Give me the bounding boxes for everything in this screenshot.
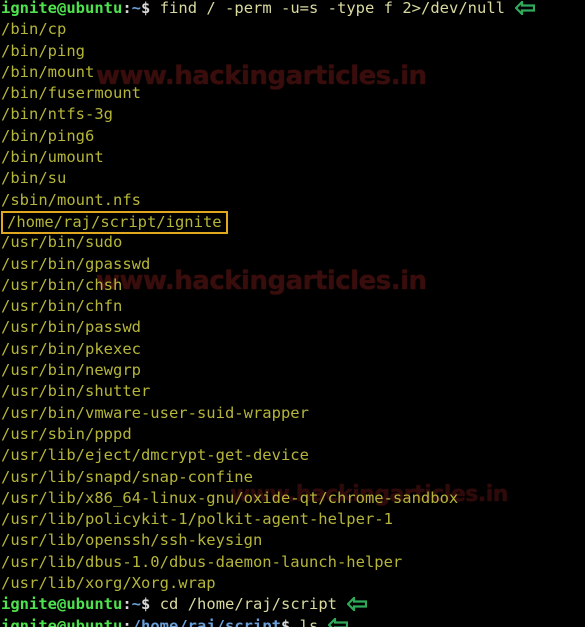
- suid-path: /usr/lib/dbus-1.0/dbus-daemon-launch-hel…: [1, 552, 403, 571]
- prompt-path: ~: [131, 0, 142, 17]
- suid-path: /usr/bin/shutter: [1, 382, 151, 401]
- output-line: /bin/ntfs-3g: [1, 104, 585, 125]
- output-line: /usr/lib/openssh/ssh-keysign: [1, 530, 585, 551]
- suid-path: /bin/ntfs-3g: [1, 105, 113, 124]
- prompt-dollar: $: [280, 616, 291, 627]
- prompt-path: /home/raj/script: [131, 616, 281, 627]
- suid-path: /bin/fusermount: [1, 84, 141, 103]
- prompt-colon: :: [122, 0, 132, 17]
- output-line: /usr/bin/passwd: [1, 317, 585, 338]
- output-line: /bin/fusermount: [1, 83, 585, 104]
- command-ls: ls: [299, 616, 319, 627]
- suid-path: /usr/bin/sudo: [1, 233, 123, 252]
- prompt-colon: :: [122, 616, 132, 627]
- command-line-ls[interactable]: ignite@ubuntu:/home/raj/script$ ls: [1, 616, 585, 627]
- command-find: find / -perm -u=s -type f 2>/dev/null: [159, 0, 505, 17]
- terminal-window[interactable]: www.hackingarticles.in www.hackingarticl…: [0, 0, 585, 627]
- output-line: /usr/bin/chsh: [1, 275, 585, 296]
- left-arrow-icon: [328, 618, 349, 627]
- suid-path: /usr/lib/snapd/snap-confine: [1, 467, 253, 486]
- suid-path: /usr/lib/eject/dmcrypt-get-device: [1, 446, 309, 465]
- output-line: /sbin/mount.nfs: [1, 190, 585, 211]
- output-line: /usr/lib/eject/dmcrypt-get-device: [1, 445, 585, 466]
- output-line: /bin/ping: [1, 41, 585, 62]
- output-line: /usr/bin/shutter: [1, 381, 585, 402]
- output-line: /bin/cp: [1, 19, 585, 40]
- suid-path: /usr/lib/openssh/ssh-keysign: [1, 531, 263, 550]
- left-arrow-icon: [347, 596, 368, 611]
- suid-path: /usr/bin/vmware-user-suid-wrapper: [1, 403, 309, 422]
- suid-path: /usr/bin/pkexec: [1, 339, 141, 358]
- suid-path: /usr/bin/chfn: [1, 297, 123, 316]
- output-line: /usr/bin/vmware-user-suid-wrapper: [1, 403, 585, 424]
- suid-path: /usr/bin/chsh: [1, 275, 123, 294]
- highlighted-output-line: /home/raj/script/ignite: [1, 210, 585, 234]
- output-line: /bin/umount: [1, 147, 585, 168]
- command-line-find[interactable]: ignite@ubuntu:~$ find / -perm -u=s -type…: [1, 0, 585, 19]
- suid-path: /usr/lib/xorg/Xorg.wrap: [1, 574, 216, 593]
- suid-path: /usr/bin/passwd: [1, 318, 141, 337]
- output-line: /usr/lib/dbus-1.0/dbus-daemon-launch-hel…: [1, 552, 585, 573]
- suid-path: /usr/bin/gpasswd: [1, 254, 151, 273]
- prompt-user-host: ignite@ubuntu: [1, 595, 123, 614]
- suid-path: /bin/su: [1, 169, 67, 188]
- prompt-dollar: $: [141, 0, 151, 17]
- output-line: /usr/lib/xorg/Xorg.wrap: [1, 573, 585, 594]
- output-line: /usr/bin/chfn: [1, 296, 585, 317]
- output-line: /usr/bin/newgrp: [1, 360, 585, 381]
- prompt-colon: :: [122, 595, 132, 614]
- output-line: /usr/sbin/pppd: [1, 424, 585, 445]
- output-line: /bin/mount: [1, 62, 585, 83]
- output-line: /bin/su: [1, 168, 585, 189]
- suid-path: /usr/sbin/pppd: [1, 424, 132, 443]
- suid-path: /sbin/mount.nfs: [1, 190, 141, 209]
- output-line: /usr/lib/snapd/snap-confine: [1, 467, 585, 488]
- terminal-screen[interactable]: Last login: Mon May 28 11:11:03 2018 fro…: [0, 0, 585, 627]
- suid-path: /bin/ping6: [1, 126, 95, 145]
- suid-path: /bin/umount: [1, 148, 104, 167]
- suid-path: /usr/lib/x86_64-linux-gnu/oxide-qt/chrom…: [1, 488, 459, 507]
- suid-path: /bin/ping: [1, 41, 85, 60]
- output-line: /bin/ping6: [1, 126, 585, 147]
- command-cd: cd /home/raj/script: [159, 595, 338, 614]
- output-line: /usr/bin/gpasswd: [1, 254, 585, 275]
- command-text-find: [150, 0, 159, 17]
- prompt-user-host: ignite@ubuntu: [1, 616, 123, 627]
- prompt-path: ~: [131, 595, 142, 614]
- suid-path: /usr/bin/newgrp: [1, 361, 141, 380]
- prompt-user-host: ignite@ubuntu: [1, 0, 123, 17]
- suid-path: /bin/mount: [1, 62, 95, 81]
- prompt-dollar: $: [141, 595, 151, 614]
- left-arrow-icon: [514, 0, 535, 15]
- suid-path: /bin/cp: [1, 20, 67, 39]
- output-line: /usr/lib/x86_64-linux-gnu/oxide-qt/chrom…: [1, 488, 585, 509]
- suid-path: /usr/lib/policykit-1/polkit-agent-helper…: [1, 510, 393, 529]
- output-line: /usr/lib/policykit-1/polkit-agent-helper…: [1, 509, 585, 530]
- output-line: /usr/bin/sudo: [1, 232, 585, 253]
- command-line-cd[interactable]: ignite@ubuntu:~$ cd /home/raj/script: [1, 594, 585, 615]
- output-line: /usr/bin/pkexec: [1, 339, 585, 360]
- highlighted-suid-path: /home/raj/script/ignite: [1, 210, 228, 234]
